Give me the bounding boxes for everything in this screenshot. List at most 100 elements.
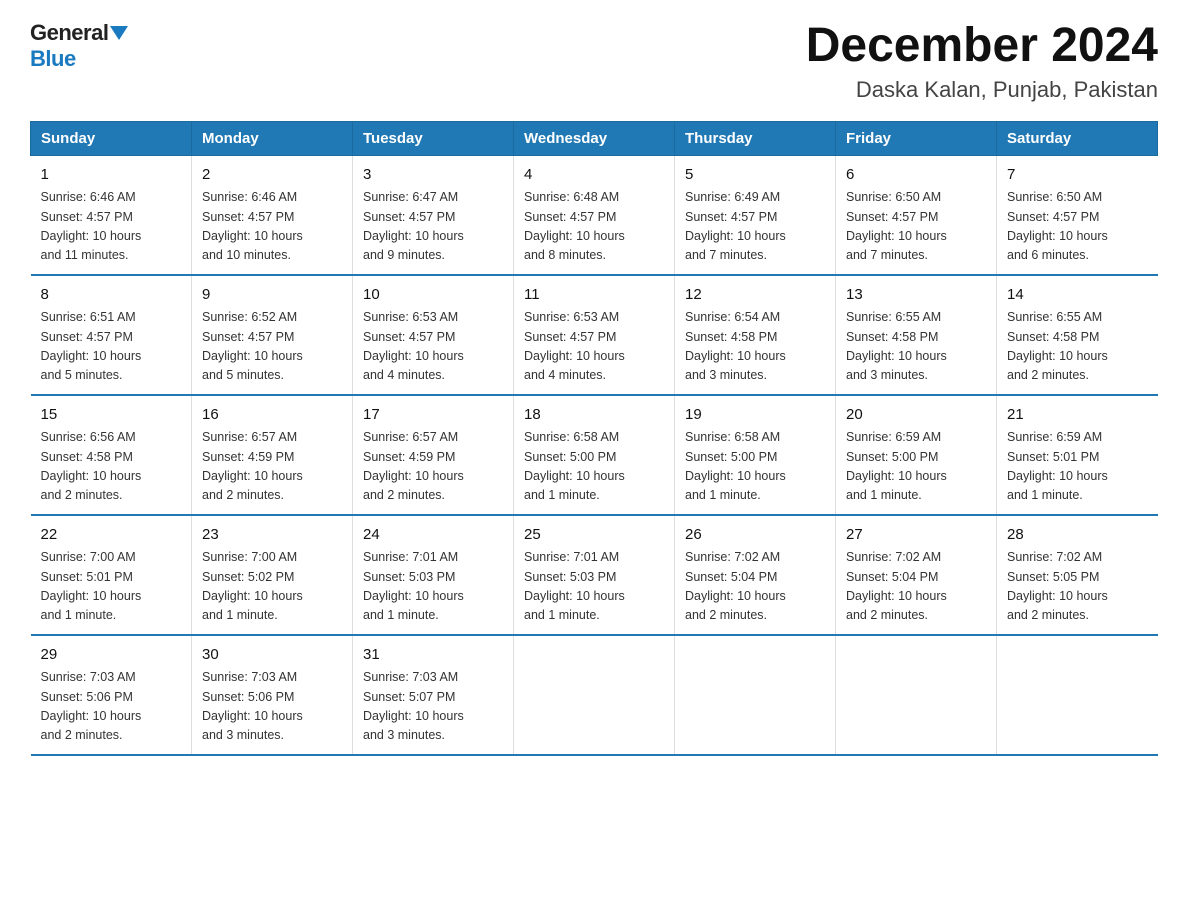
header-thursday: Thursday <box>675 121 836 155</box>
day-info: Sunrise: 6:58 AMSunset: 5:00 PMDaylight:… <box>685 428 825 506</box>
day-info: Sunrise: 6:46 AMSunset: 4:57 PMDaylight:… <box>202 188 342 266</box>
header-friday: Friday <box>836 121 997 155</box>
table-row: 22Sunrise: 7:00 AMSunset: 5:01 PMDayligh… <box>31 515 192 635</box>
day-number: 9 <box>202 284 342 307</box>
table-row: 8Sunrise: 6:51 AMSunset: 4:57 PMDaylight… <box>31 275 192 395</box>
day-number: 22 <box>41 524 182 547</box>
table-row: 27Sunrise: 7:02 AMSunset: 5:04 PMDayligh… <box>836 515 997 635</box>
day-number: 27 <box>846 524 986 547</box>
day-info: Sunrise: 6:59 AMSunset: 5:01 PMDaylight:… <box>1007 428 1148 506</box>
day-number: 4 <box>524 164 664 187</box>
table-row: 1Sunrise: 6:46 AMSunset: 4:57 PMDaylight… <box>31 155 192 275</box>
day-info: Sunrise: 6:57 AMSunset: 4:59 PMDaylight:… <box>363 428 503 506</box>
day-number: 12 <box>685 284 825 307</box>
table-row: 2Sunrise: 6:46 AMSunset: 4:57 PMDaylight… <box>192 155 353 275</box>
day-number: 18 <box>524 404 664 427</box>
day-info: Sunrise: 6:54 AMSunset: 4:58 PMDaylight:… <box>685 308 825 386</box>
day-number: 7 <box>1007 164 1148 187</box>
day-info: Sunrise: 6:53 AMSunset: 4:57 PMDaylight:… <box>524 308 664 386</box>
day-number: 31 <box>363 644 503 667</box>
calendar-week-row: 22Sunrise: 7:00 AMSunset: 5:01 PMDayligh… <box>31 515 1158 635</box>
table-row: 18Sunrise: 6:58 AMSunset: 5:00 PMDayligh… <box>514 395 675 515</box>
table-row <box>675 635 836 755</box>
table-row: 14Sunrise: 6:55 AMSunset: 4:58 PMDayligh… <box>997 275 1158 395</box>
day-info: Sunrise: 6:48 AMSunset: 4:57 PMDaylight:… <box>524 188 664 266</box>
day-number: 20 <box>846 404 986 427</box>
table-row: 13Sunrise: 6:55 AMSunset: 4:58 PMDayligh… <box>836 275 997 395</box>
day-number: 5 <box>685 164 825 187</box>
day-info: Sunrise: 6:52 AMSunset: 4:57 PMDaylight:… <box>202 308 342 386</box>
day-number: 17 <box>363 404 503 427</box>
table-row <box>514 635 675 755</box>
day-info: Sunrise: 6:51 AMSunset: 4:57 PMDaylight:… <box>41 308 182 386</box>
day-info: Sunrise: 6:55 AMSunset: 4:58 PMDaylight:… <box>1007 308 1148 386</box>
day-info: Sunrise: 6:49 AMSunset: 4:57 PMDaylight:… <box>685 188 825 266</box>
day-info: Sunrise: 7:01 AMSunset: 5:03 PMDaylight:… <box>363 548 503 626</box>
day-info: Sunrise: 6:46 AMSunset: 4:57 PMDaylight:… <box>41 188 182 266</box>
logo-general-text: General <box>30 20 108 46</box>
table-row: 17Sunrise: 6:57 AMSunset: 4:59 PMDayligh… <box>353 395 514 515</box>
day-number: 3 <box>363 164 503 187</box>
day-number: 15 <box>41 404 182 427</box>
title-block: December 2024 Daska Kalan, Punjab, Pakis… <box>806 20 1158 103</box>
day-number: 28 <box>1007 524 1148 547</box>
day-number: 26 <box>685 524 825 547</box>
day-number: 2 <box>202 164 342 187</box>
day-number: 25 <box>524 524 664 547</box>
header-tuesday: Tuesday <box>353 121 514 155</box>
day-number: 10 <box>363 284 503 307</box>
header-monday: Monday <box>192 121 353 155</box>
day-number: 16 <box>202 404 342 427</box>
day-info: Sunrise: 7:03 AMSunset: 5:06 PMDaylight:… <box>202 668 342 746</box>
day-number: 6 <box>846 164 986 187</box>
table-row: 7Sunrise: 6:50 AMSunset: 4:57 PMDaylight… <box>997 155 1158 275</box>
table-row: 24Sunrise: 7:01 AMSunset: 5:03 PMDayligh… <box>353 515 514 635</box>
table-row: 23Sunrise: 7:00 AMSunset: 5:02 PMDayligh… <box>192 515 353 635</box>
table-row: 9Sunrise: 6:52 AMSunset: 4:57 PMDaylight… <box>192 275 353 395</box>
day-info: Sunrise: 7:01 AMSunset: 5:03 PMDaylight:… <box>524 548 664 626</box>
table-row: 31Sunrise: 7:03 AMSunset: 5:07 PMDayligh… <box>353 635 514 755</box>
table-row: 28Sunrise: 7:02 AMSunset: 5:05 PMDayligh… <box>997 515 1158 635</box>
day-info: Sunrise: 7:00 AMSunset: 5:02 PMDaylight:… <box>202 548 342 626</box>
calendar-week-row: 15Sunrise: 6:56 AMSunset: 4:58 PMDayligh… <box>31 395 1158 515</box>
table-row: 11Sunrise: 6:53 AMSunset: 4:57 PMDayligh… <box>514 275 675 395</box>
day-number: 14 <box>1007 284 1148 307</box>
header-saturday: Saturday <box>997 121 1158 155</box>
table-row: 21Sunrise: 6:59 AMSunset: 5:01 PMDayligh… <box>997 395 1158 515</box>
page-header: General Blue December 2024 Daska Kalan, … <box>30 20 1158 103</box>
location-title: Daska Kalan, Punjab, Pakistan <box>806 77 1158 103</box>
header-sunday: Sunday <box>31 121 192 155</box>
table-row: 4Sunrise: 6:48 AMSunset: 4:57 PMDaylight… <box>514 155 675 275</box>
table-row: 15Sunrise: 6:56 AMSunset: 4:58 PMDayligh… <box>31 395 192 515</box>
day-number: 24 <box>363 524 503 547</box>
logo-triangle-icon <box>110 26 128 40</box>
month-title: December 2024 <box>806 20 1158 73</box>
day-number: 1 <box>41 164 182 187</box>
day-info: Sunrise: 7:02 AMSunset: 5:04 PMDaylight:… <box>846 548 986 626</box>
calendar-table: Sunday Monday Tuesday Wednesday Thursday… <box>30 121 1158 756</box>
day-info: Sunrise: 6:57 AMSunset: 4:59 PMDaylight:… <box>202 428 342 506</box>
table-row <box>997 635 1158 755</box>
day-number: 8 <box>41 284 182 307</box>
table-row: 16Sunrise: 6:57 AMSunset: 4:59 PMDayligh… <box>192 395 353 515</box>
day-number: 29 <box>41 644 182 667</box>
header-wednesday: Wednesday <box>514 121 675 155</box>
day-number: 30 <box>202 644 342 667</box>
day-number: 23 <box>202 524 342 547</box>
day-number: 19 <box>685 404 825 427</box>
day-info: Sunrise: 7:03 AMSunset: 5:06 PMDaylight:… <box>41 668 182 746</box>
day-info: Sunrise: 6:58 AMSunset: 5:00 PMDaylight:… <box>524 428 664 506</box>
calendar-week-row: 8Sunrise: 6:51 AMSunset: 4:57 PMDaylight… <box>31 275 1158 395</box>
day-number: 11 <box>524 284 664 307</box>
day-info: Sunrise: 6:50 AMSunset: 4:57 PMDaylight:… <box>1007 188 1148 266</box>
day-info: Sunrise: 6:50 AMSunset: 4:57 PMDaylight:… <box>846 188 986 266</box>
day-info: Sunrise: 7:00 AMSunset: 5:01 PMDaylight:… <box>41 548 182 626</box>
table-row: 6Sunrise: 6:50 AMSunset: 4:57 PMDaylight… <box>836 155 997 275</box>
day-number: 13 <box>846 284 986 307</box>
table-row: 30Sunrise: 7:03 AMSunset: 5:06 PMDayligh… <box>192 635 353 755</box>
day-info: Sunrise: 6:55 AMSunset: 4:58 PMDaylight:… <box>846 308 986 386</box>
day-info: Sunrise: 7:02 AMSunset: 5:04 PMDaylight:… <box>685 548 825 626</box>
day-info: Sunrise: 6:59 AMSunset: 5:00 PMDaylight:… <box>846 428 986 506</box>
table-row: 10Sunrise: 6:53 AMSunset: 4:57 PMDayligh… <box>353 275 514 395</box>
calendar-header-row: Sunday Monday Tuesday Wednesday Thursday… <box>31 121 1158 155</box>
